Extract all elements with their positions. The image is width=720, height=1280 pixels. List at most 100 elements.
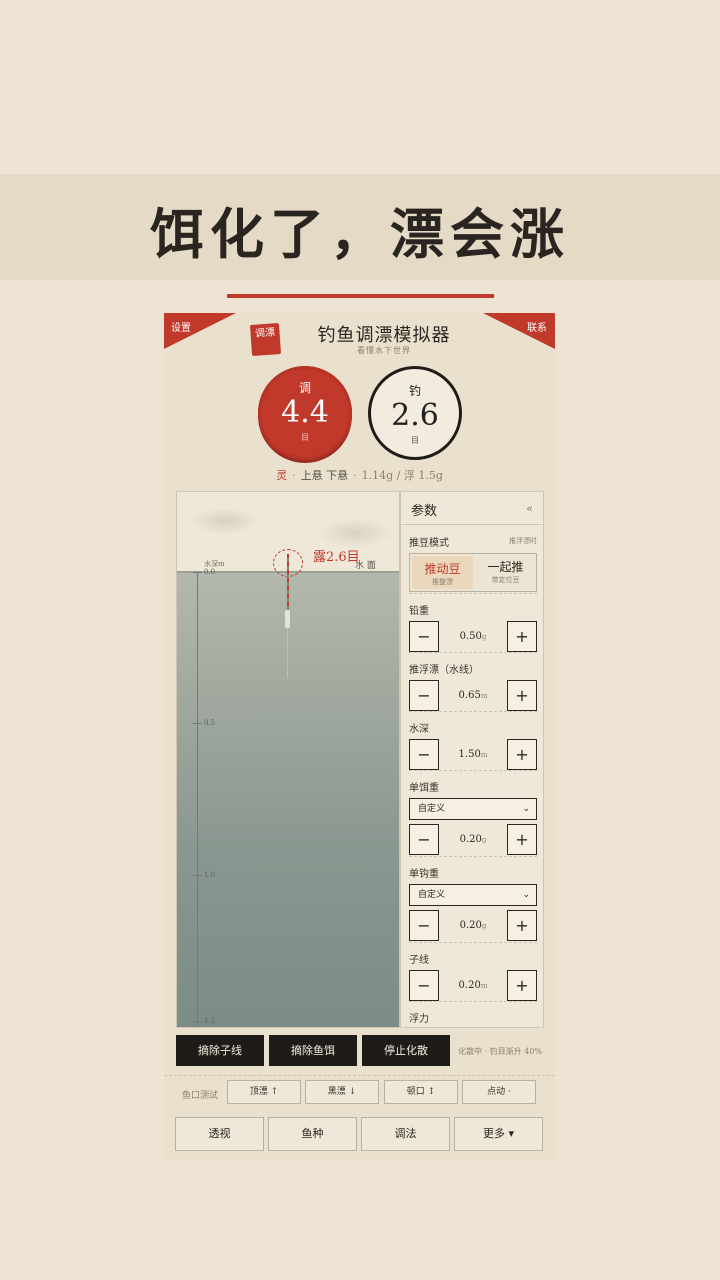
remove-bait-button[interactable]: 摘除鱼饵 [269, 1035, 357, 1066]
diao-dial-label: 钓 [408, 384, 421, 398]
nibble-test-button[interactable]: 点动 · [462, 1080, 536, 1104]
params-panel: 参数 « 推豆模式 推浮漂时 推动豆 推整漂 一起推 带定位豆 铅重 − 0.5… [400, 491, 544, 1028]
stop-dissolve-button[interactable]: 停止化散 [362, 1035, 450, 1066]
dissolve-status: 化散中 · 钓目渐升 40% [458, 1047, 542, 1056]
chevron-down-icon: ⌄ [522, 804, 530, 814]
leader-section: 子线 − 0.20m + [409, 951, 537, 1001]
push-float-section: 推浮漂（水线） − 0.65m + [409, 661, 537, 711]
weights-text: 1.14g / 浮 1.5g [361, 469, 443, 482]
depth-value-display: 1.50m [439, 739, 507, 770]
bait-stepper: − 0.20g + [409, 824, 537, 855]
sensitivity-text: 灵 [276, 469, 288, 482]
depth-axis [197, 572, 198, 1027]
tiao-dial-label: 调 [298, 381, 311, 395]
underwater-viewport[interactable]: 水深m 0.0 0.5 1.0 1.5 水 面 露2.6目 [176, 491, 400, 1028]
pause-bite-test-button[interactable]: 顿口 ↕ [384, 1080, 458, 1104]
mode-push-bean-label: 推动豆 [424, 562, 461, 576]
buoyancy-section: 浮力 [409, 1010, 537, 1025]
mode-push-together-label: 一起推 [487, 560, 524, 574]
depth-value: 1.50 [458, 749, 481, 760]
diao-dial-value: 2.6 [391, 398, 439, 433]
leader-stepper: − 0.20m + [409, 970, 537, 1001]
collapse-panel-button[interactable]: « [526, 502, 533, 515]
mode-push-bean[interactable]: 推动豆 推整漂 [412, 556, 473, 589]
depth-stepper: − 1.50m + [409, 739, 537, 770]
divider [409, 770, 537, 771]
hook-value-display: 0.20g [439, 910, 507, 941]
hook-select-value: 自定义 [418, 890, 446, 900]
nav-method-button[interactable]: 调法 [361, 1117, 450, 1151]
depth-tick-label: 0.5 [204, 719, 216, 727]
bait-plus-button[interactable]: + [507, 824, 537, 855]
mode-push-together[interactable]: 一起推 带定位豆 [475, 554, 536, 591]
promo-headline: 饵化了，漂会涨 [150, 202, 570, 266]
bait-minus-button[interactable]: − [409, 824, 439, 855]
tiao-dial-value: 4.4 [281, 395, 329, 430]
leader-value: 0.20 [458, 980, 481, 991]
params-header: 参数 « [401, 492, 543, 525]
push-float-stepper: − 0.65m + [409, 680, 537, 711]
exposed-count-label: 露2.6目 [313, 550, 360, 565]
rig-summary: 灵 · 上悬 下悬 · 1.14g / 浮 1.5g [276, 469, 443, 482]
depth-tick [193, 1021, 202, 1022]
app-subtitle: 看懂水下世界 [357, 346, 411, 355]
hook-value: 0.20 [459, 920, 482, 931]
bait-label: 单饵重 [409, 783, 439, 794]
hook-minus-button[interactable]: − [409, 910, 439, 941]
bait-unit: g [481, 836, 487, 844]
push-float-minus-button[interactable]: − [409, 680, 439, 711]
push-float-value: 0.65 [458, 690, 481, 701]
divider [409, 711, 537, 712]
bait-select-value: 自定义 [418, 804, 446, 814]
contact-link[interactable]: 联系 [527, 319, 547, 334]
hook-unit: g [481, 922, 487, 930]
fishing-line [287, 628, 288, 678]
hook-select[interactable]: 自定义 ⌄ [409, 884, 537, 906]
settings-link[interactable]: 设置 [171, 319, 191, 334]
sinker-stepper: − 0.50g + [409, 621, 537, 652]
tiao-dial[interactable]: 调 4.4 目 [258, 366, 352, 460]
nav-fish-species-button[interactable]: 鱼种 [268, 1117, 357, 1151]
float-stem[interactable] [287, 554, 289, 610]
diao-dial[interactable]: 钓 2.6 目 [368, 366, 462, 460]
mode-push-together-sub: 带定位豆 [491, 576, 520, 584]
bait-section: 单饵重 自定义 ⌄ − 0.20g + [409, 779, 537, 855]
divider [409, 942, 537, 943]
leader-value-display: 0.20m [439, 970, 507, 1001]
sinker-unit: g [481, 633, 487, 641]
depth-tick-label: 0.0 [204, 568, 216, 576]
leader-plus-button[interactable]: + [507, 970, 537, 1001]
depth-section: 水深 − 1.50m + [409, 720, 537, 770]
hook-section: 单钩重 自定义 ⌄ − 0.20g + [409, 865, 537, 941]
sinker-minus-button[interactable]: − [409, 621, 439, 652]
divider [164, 1075, 555, 1076]
depth-minus-button[interactable]: − [409, 739, 439, 770]
nav-perspective-button[interactable]: 透视 [175, 1117, 264, 1151]
float-body[interactable] [285, 610, 290, 628]
push-mode-toggle: 推动豆 推整漂 一起推 带定位豆 [409, 553, 537, 592]
app-screen: 设置 联系 调漂 钓鱼调漂模拟器 看懂水下世界 调 4.4 目 钓 2.6 目 … [164, 313, 555, 1160]
push-float-unit: m [480, 692, 488, 700]
bait-select[interactable]: 自定义 ⌄ [409, 798, 537, 820]
buoyancy-label: 浮力 [409, 1014, 429, 1025]
sinker-plus-button[interactable]: + [507, 621, 537, 652]
cloud [317, 518, 393, 548]
push-float-label: 推浮漂（水线） [409, 665, 479, 676]
push-float-plus-button[interactable]: + [507, 680, 537, 711]
depth-tick-label: 1.0 [204, 871, 216, 879]
chevron-down-icon: ⌄ [522, 890, 530, 900]
leader-minus-button[interactable]: − [409, 970, 439, 1001]
water-area [177, 572, 399, 1027]
hook-label: 单钩重 [409, 869, 439, 880]
float-down-test-button[interactable]: 黑漂 ↓ [305, 1080, 379, 1104]
sinker-value-display: 0.50g [439, 621, 507, 652]
depth-tick [193, 723, 202, 724]
push-mode-section: 推豆模式 推浮漂时 推动豆 推整漂 一起推 带定位豆 [409, 534, 537, 592]
hook-plus-button[interactable]: + [507, 910, 537, 941]
nav-more-button[interactable]: 更多 ▾ [454, 1117, 543, 1151]
cloud [191, 508, 259, 534]
remove-leader-button[interactable]: 摘除子线 [176, 1035, 264, 1066]
push-float-value-display: 0.65m [439, 680, 507, 711]
depth-plus-button[interactable]: + [507, 739, 537, 770]
float-up-test-button[interactable]: 顶漂 ↑ [227, 1080, 301, 1104]
